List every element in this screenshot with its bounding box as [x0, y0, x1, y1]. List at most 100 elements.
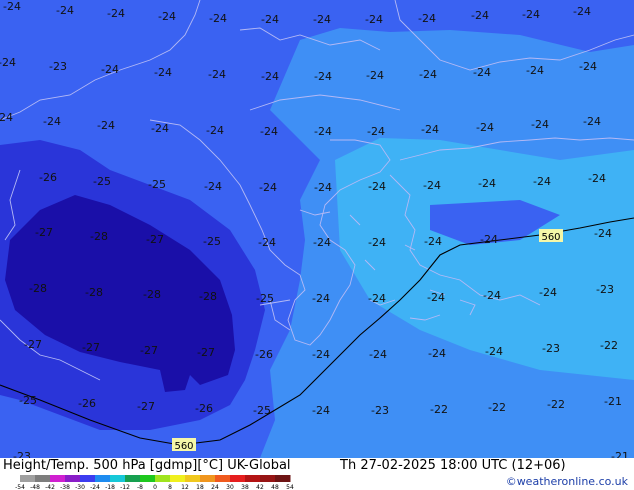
legend-tick-label: -48 [30, 484, 40, 490]
temperature-value-label: -24 [209, 12, 227, 25]
temperature-value-label: -23 [596, 283, 614, 296]
temperature-value-label: -24 [423, 179, 441, 192]
legend-tick-label: -54 [15, 484, 25, 490]
legend-swatch [35, 475, 51, 482]
temperature-value-label: -27 [24, 338, 42, 351]
legend-swatch [275, 475, 291, 482]
temperature-value-label: -24 [485, 345, 503, 358]
legend-tick-label: -18 [105, 484, 115, 490]
temperature-value-label: -24 [427, 291, 445, 304]
temperature-value-label: -24 [101, 63, 119, 76]
temperature-value-label: -27 [137, 400, 155, 413]
temperature-value-label: -24 [261, 13, 279, 26]
temperature-value-label: -26 [255, 348, 273, 361]
legend-swatch [200, 475, 216, 482]
temperature-value-label: -28 [143, 288, 161, 301]
temperature-value-label: -24 [158, 10, 176, 23]
temperature-value-label: -24 [0, 111, 13, 124]
map-canvas: 560 560 -24 -24 -24 -24 -24 -24 -24 -24 -24 -24 -24… [0, 0, 634, 458]
temperature-value-label: -24 [258, 236, 276, 249]
contour-label: 560 [174, 441, 193, 452]
temperature-value-label: -27 [140, 344, 158, 357]
temperature-value-label: -24 [418, 12, 436, 25]
temperature-value-label: -21 [611, 450, 629, 458]
temperature-value-label: -24 [478, 177, 496, 190]
legend-tick-label: -12 [120, 484, 130, 490]
temperature-value-label: -28 [29, 282, 47, 295]
temperature-value-label: -26 [78, 397, 96, 410]
legend-tick-label: 18 [196, 484, 204, 490]
temperature-value-label: -24 [97, 119, 115, 132]
temperature-value-label: -24 [56, 4, 74, 17]
temperature-value-label: -28 [90, 230, 108, 243]
temperature-value-label: -24 [107, 7, 125, 20]
temperature-value-label: -28 [199, 290, 217, 303]
temperature-value-label: -26 [39, 171, 57, 184]
legend-tick-label: -24 [90, 484, 100, 490]
temperature-value-label: -24 [314, 125, 332, 138]
temperature-value-label: -24 [368, 236, 386, 249]
contour-label: 560 [541, 232, 560, 243]
temperature-value-label: -24 [471, 9, 489, 22]
map-footer: Height/Temp. 500 hPa [gdmp][°C] UK-Globa… [0, 458, 634, 490]
source-credit[interactable]: ©weatheronline.co.uk [506, 475, 628, 488]
temperature-value-label: -22 [430, 403, 448, 416]
temperature-value-label: -24 [365, 13, 383, 26]
legend-swatch [260, 475, 276, 482]
temperature-value-label: -24 [588, 172, 606, 185]
temperature-value-label: -24 [314, 181, 332, 194]
temperature-value-label: -24 [573, 5, 591, 18]
temperature-value-label: -26 [195, 402, 213, 415]
legend-tick-label: -8 [137, 484, 143, 490]
temperature-value-label: -24 [583, 115, 601, 128]
temperature-value-label: -24 [476, 121, 494, 134]
legend-tick-label: 42 [256, 484, 264, 490]
temperature-value-label: -24 [594, 227, 612, 240]
temperature-value-label: -24 [539, 286, 557, 299]
legend-tick-label: 12 [181, 484, 189, 490]
legend-swatch [125, 475, 141, 482]
temperature-value-label: -27 [82, 341, 100, 354]
temperature-value-label: -24 [3, 0, 21, 13]
temperature-value-label: -25 [253, 404, 271, 417]
legend-swatch [230, 475, 246, 482]
legend-swatch [185, 475, 201, 482]
legend-tick-label: 30 [226, 484, 234, 490]
temperature-value-label: -24 [368, 292, 386, 305]
temperature-value-label: -27 [35, 226, 53, 239]
temperature-value-label: -24 [579, 60, 597, 73]
temperature-value-label: -22 [488, 401, 506, 414]
temperature-value-label: -24 [208, 68, 226, 81]
temperature-value-label: -25 [203, 235, 221, 248]
temperature-value-label: -27 [197, 346, 215, 359]
temperature-value-label: -24 [260, 125, 278, 138]
temperature-value-label: -25 [148, 178, 166, 191]
temperature-value-label: -24 [368, 180, 386, 193]
legend-tick-label: 38 [241, 484, 249, 490]
color-legend: -54 -48 -42 -38 -30 -24 -18 -12 -8 0 8 12 18 24 30 38 42… [15, 475, 294, 490]
temperature-value-label: -24 [424, 235, 442, 248]
legend-swatch [95, 475, 111, 482]
temperature-value-label: -24 [154, 66, 172, 79]
temperature-value-label: -24 [313, 13, 331, 26]
temperature-value-label: -24 [204, 180, 222, 193]
temperature-value-label: -24 [533, 175, 551, 188]
temperature-value-label: -24 [531, 118, 549, 131]
temperature-value-label: -24 [473, 66, 491, 79]
legend-tick-label: -38 [60, 484, 70, 490]
legend-swatch [50, 475, 66, 482]
temperature-value-label: -24 [0, 56, 16, 69]
temperature-value-label: -24 [366, 69, 384, 82]
legend-tick-label: 48 [271, 484, 279, 490]
valid-time-caption: Th 27-02-2025 18:00 UTC (12+06) [340, 458, 566, 473]
legend-ticks: -54 -48 -42 -38 -30 -24 -18 -12 -8 0 8 12 18 24 30 38 42… [15, 484, 294, 490]
legend-swatch [20, 475, 36, 482]
temperature-value-label: -25 [256, 292, 274, 305]
temperature-value-label: -23 [49, 60, 67, 73]
temperature-value-label: -24 [313, 236, 331, 249]
legend-swatch [140, 475, 156, 482]
temperature-value-label: -24 [369, 348, 387, 361]
legend-tick-label: 0 [153, 484, 157, 490]
legend-tick-label: 54 [286, 484, 294, 490]
temperature-value-label: -24 [43, 115, 61, 128]
